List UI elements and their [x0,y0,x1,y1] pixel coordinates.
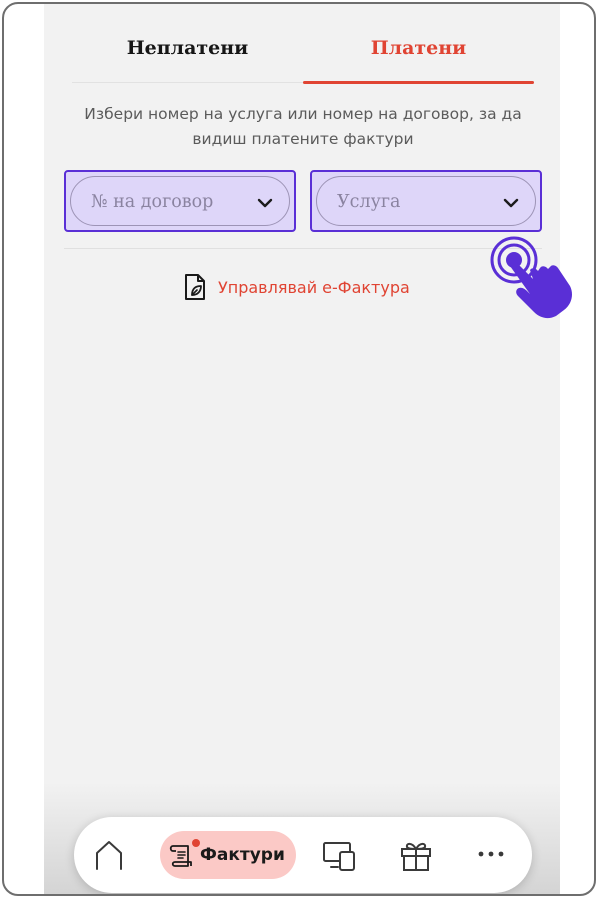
tap-hand-icon [490,236,572,319]
contract-number-dropdown[interactable]: № на договор [64,170,296,232]
document-leaf-icon [185,274,205,300]
section-divider [64,248,542,249]
screenshot-frame: Неплатени Платени Избери номер на услуга… [2,2,596,896]
service-dropdown-field: Услуга [316,176,536,226]
invoice-tabs: Неплатени Платени [72,26,534,84]
instruction-line-1: Избери номер на услуга или номер на дого… [84,105,522,123]
contract-dropdown-field: № на договор [70,176,290,226]
devices-icon[interactable] [322,839,358,873]
instruction-text: Избери номер на услуга или номер на дого… [72,102,534,152]
gift-icon[interactable] [398,837,434,873]
chevron-down-icon [503,198,519,208]
app-screen: Неплатени Платени Избери номер на услуга… [44,4,560,894]
tab-unpaid[interactable]: Неплатени [72,26,303,82]
bottom-navigation: Фактури [74,817,532,893]
active-tab-indicator [303,81,534,84]
home-icon[interactable] [92,837,126,873]
service-dropdown-placeholder: Услуга [337,192,401,212]
chevron-down-icon [257,198,273,208]
contract-dropdown-placeholder: № на договор [91,192,214,212]
nav-invoices[interactable]: Фактури [160,831,296,879]
nav-invoices-label: Фактури [200,845,285,865]
manage-einvoice-label: Управлявай е-Фактура [218,277,410,297]
invoice-scroll-icon [169,845,192,867]
tab-paid[interactable]: Платени [303,26,534,82]
more-dots-icon[interactable] [476,845,506,863]
notification-dot [192,839,200,847]
service-dropdown[interactable]: Услуга [310,170,542,232]
manage-einvoice-link[interactable]: Управлявай е-Фактура [182,272,410,302]
instruction-line-2: видиш платените фактури [192,130,414,148]
